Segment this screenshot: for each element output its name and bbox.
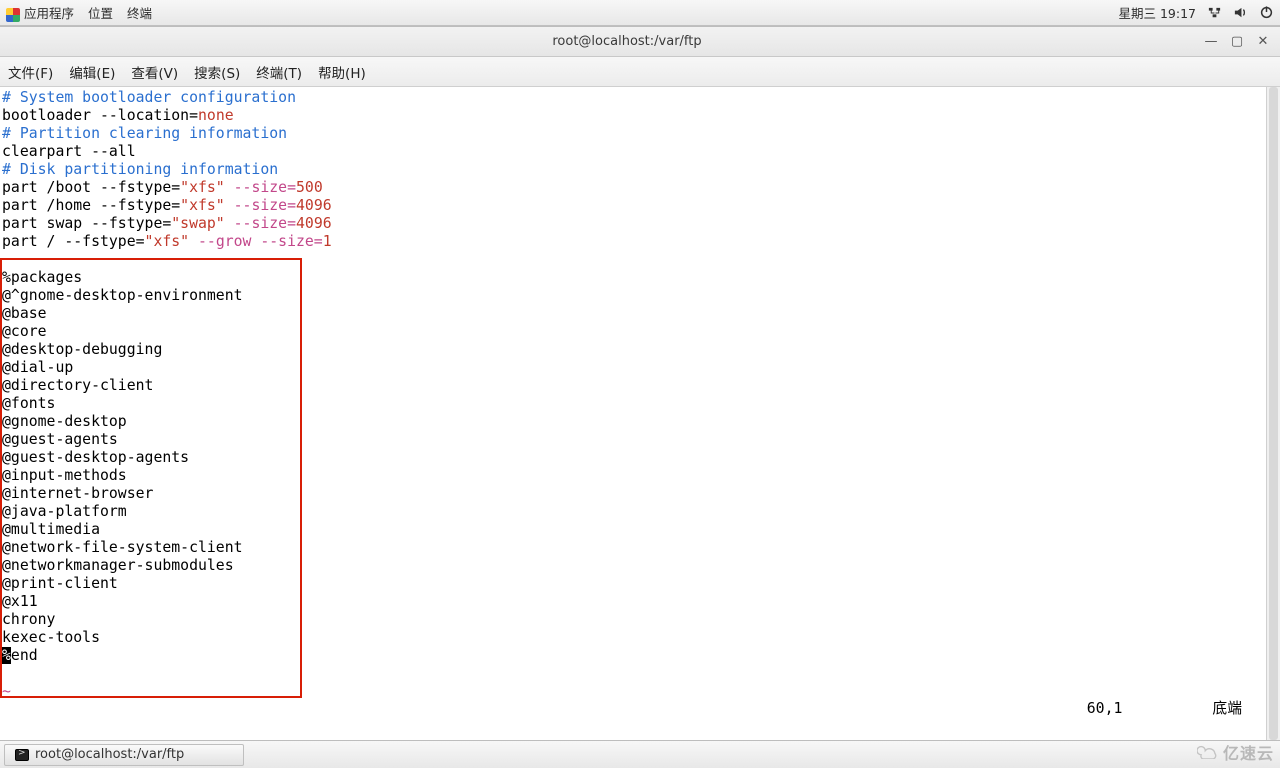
text-line: --size=	[225, 215, 296, 232]
text-line: "swap"	[171, 215, 224, 232]
taskbar: root@localhost:/var/ftp 亿速云	[0, 740, 1280, 768]
text-line: --size=	[225, 179, 296, 196]
text-line: @networkmanager-submodules	[2, 557, 234, 574]
text-line: # Partition clearing information	[2, 125, 287, 142]
menu-edit[interactable]: 编辑(E)	[69, 62, 115, 82]
text-line: @guest-agents	[2, 431, 118, 448]
menu-terminal[interactable]: 终端(T)	[256, 62, 302, 82]
text-line: @dial-up	[2, 359, 73, 376]
power-icon[interactable]	[1258, 5, 1274, 21]
terminal-menu[interactable]: 终端	[127, 3, 152, 22]
text-line: # Disk partitioning information	[2, 161, 278, 178]
text-line: @^gnome-desktop-environment	[2, 287, 243, 304]
terminal-window: root@localhost:/var/ftp — ▢ ✕ 文件(F) 编辑(E…	[0, 26, 1280, 740]
window-title: root@localhost:/var/ftp	[60, 34, 1194, 49]
text-line: --size=	[225, 197, 296, 214]
applications-menu[interactable]: 应用程序	[6, 3, 74, 22]
text-line: part /boot --fstype=	[2, 179, 180, 196]
watermark: 亿速云	[1197, 740, 1274, 764]
text-line: 1	[323, 233, 332, 250]
menubar: 文件(F) 编辑(E) 查看(V) 搜索(S) 终端(T) 帮助(H)	[0, 57, 1280, 87]
taskbar-item-terminal[interactable]: root@localhost:/var/ftp	[4, 744, 244, 766]
text-line: @print-client	[2, 575, 118, 592]
scrollbar[interactable]	[1266, 87, 1280, 740]
text-line: @base	[2, 305, 47, 322]
text-line: 4096	[296, 197, 332, 214]
text-line: @multimedia	[2, 521, 100, 538]
vim-tilde: ~	[2, 683, 11, 700]
minimize-button[interactable]: —	[1204, 34, 1218, 49]
text-line: @internet-browser	[2, 485, 153, 502]
top-panel: 应用程序 位置 终端 星期三 19:17	[0, 0, 1280, 26]
text-line: none	[198, 107, 234, 124]
text-line: bootloader --location=	[2, 107, 198, 124]
menu-help[interactable]: 帮助(H)	[318, 62, 366, 82]
text-line: kexec-tools	[2, 629, 100, 646]
volume-icon[interactable]	[1232, 5, 1248, 21]
text-line: clearpart --all	[2, 143, 136, 160]
clock[interactable]: 星期三 19:17	[1119, 3, 1197, 22]
vim-statusline: 60,1 底端	[0, 700, 1266, 718]
titlebar[interactable]: root@localhost:/var/ftp — ▢ ✕	[0, 27, 1280, 57]
menu-file[interactable]: 文件(F)	[8, 62, 53, 82]
text-line: @network-file-system-client	[2, 539, 243, 556]
text-line: @guest-desktop-agents	[2, 449, 189, 466]
text-line: @input-methods	[2, 467, 127, 484]
text-line: 500	[296, 179, 323, 196]
text-line: @core	[2, 323, 47, 340]
terminal-body[interactable]: # System bootloader configuration bootlo…	[0, 87, 1280, 740]
close-button[interactable]: ✕	[1256, 34, 1270, 49]
terminal-icon	[15, 749, 29, 761]
text-line: @java-platform	[2, 503, 127, 520]
text-line: "xfs"	[180, 197, 225, 214]
taskbar-item-label: root@localhost:/var/ftp	[35, 747, 184, 762]
text-line: "xfs"	[145, 233, 190, 250]
apps-icon	[6, 8, 20, 22]
text-line: @x11	[2, 593, 38, 610]
text-line: part swap --fstype=	[2, 215, 171, 232]
text-line: --grow --size=	[189, 233, 323, 250]
text-line: @desktop-debugging	[2, 341, 162, 358]
text-line: # System bootloader configuration	[2, 89, 296, 106]
text-line: @gnome-desktop	[2, 413, 127, 430]
network-icon[interactable]	[1206, 5, 1222, 21]
text-line: part / --fstype=	[2, 233, 145, 250]
places-menu[interactable]: 位置	[88, 3, 113, 22]
scroll-indicator: 底端	[1212, 700, 1242, 718]
text-line: 4096	[296, 215, 332, 232]
scrollbar-thumb[interactable]	[1269, 87, 1278, 740]
text-line: chrony	[2, 611, 55, 628]
maximize-button[interactable]: ▢	[1230, 34, 1244, 49]
menu-search[interactable]: 搜索(S)	[194, 62, 240, 82]
text-line: end	[11, 647, 38, 664]
text-line: @directory-client	[2, 377, 153, 394]
cursor: %	[2, 647, 11, 664]
text-line: @fonts	[2, 395, 55, 412]
text-line: part /home --fstype=	[2, 197, 180, 214]
text-line: %packages	[2, 269, 82, 286]
menu-view[interactable]: 查看(V)	[131, 62, 178, 82]
cursor-position: 60,1	[1087, 700, 1123, 718]
text-line: "xfs"	[180, 179, 225, 196]
